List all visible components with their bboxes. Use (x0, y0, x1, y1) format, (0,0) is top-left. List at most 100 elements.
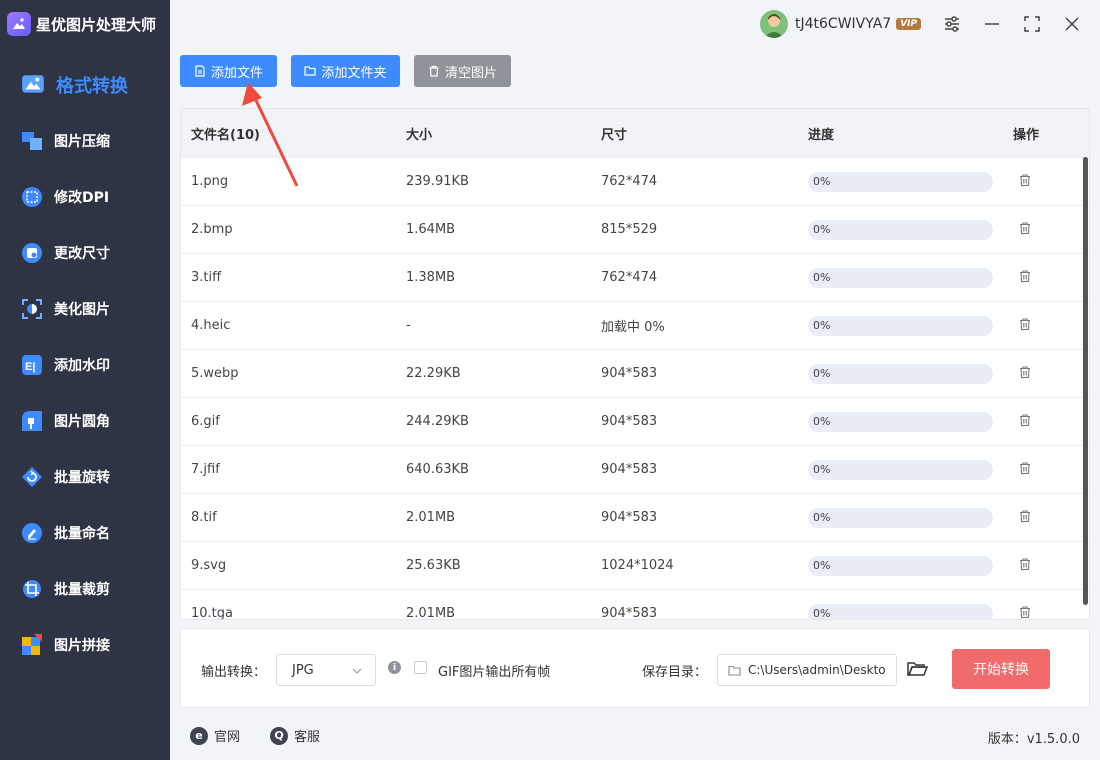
gif-all-frames-checkbox[interactable] (414, 661, 427, 674)
actions-cell (1013, 365, 1032, 383)
header-progress: 进度 (808, 127, 835, 143)
info-icon[interactable]: i (388, 661, 401, 674)
table-row[interactable]: 7.jfif 640.63KB 904*583 0% (181, 445, 1089, 493)
sidebar-item-rename[interactable]: 批量命名 (0, 505, 170, 561)
delete-icon[interactable] (1018, 413, 1032, 427)
title-bar: tJ4t6CWIVYA7 VIP (170, 0, 1100, 48)
file-size: 1.38MB (406, 270, 456, 285)
file-size: 25.63KB (406, 558, 461, 573)
file-dimensions: 1024*1024 (601, 558, 674, 573)
delete-icon[interactable] (1018, 269, 1032, 283)
table-row[interactable]: 1.png 239.91KB 762*474 0% (181, 157, 1089, 205)
maximize-icon[interactable] (1020, 12, 1044, 36)
sidebar-item-format-convert[interactable]: 格式转换 (0, 57, 170, 113)
sidebar-item-dpi[interactable]: 修改DPI (0, 169, 170, 225)
progress-bar: 0% (808, 507, 993, 528)
file-name: 6.gif (191, 414, 220, 429)
output-format-value: JPG (292, 662, 314, 678)
table-row[interactable]: 3.tiff 1.38MB 762*474 0% (181, 253, 1089, 301)
sidebar-item-watermark[interactable]: E| 添加水印 (0, 337, 170, 393)
sidebar-item-label: 图片拼接 (54, 638, 110, 654)
table-row[interactable]: 9.svg 25.63KB 1024*1024 0% (181, 541, 1089, 589)
delete-icon[interactable] (1018, 221, 1032, 235)
support-link[interactable]: Q 客服 (270, 726, 320, 745)
file-dimensions: 904*583 (601, 366, 658, 381)
file-name: 8.tif (191, 510, 217, 525)
progress-cell: 0% (808, 555, 993, 576)
version-text: 版本：v1.5.0.0 (987, 732, 1080, 747)
user-info[interactable]: tJ4t6CWIVYA7 VIP (760, 10, 922, 38)
delete-icon[interactable] (1018, 365, 1032, 379)
file-name: 5.webp (191, 366, 239, 381)
output-format-select[interactable]: JPG (276, 654, 376, 686)
add-folder-label: 添加文件夹 (321, 65, 387, 81)
actions-cell (1013, 605, 1032, 620)
settings-icon[interactable] (940, 12, 964, 36)
avatar[interactable] (760, 10, 788, 38)
sidebar-item-round-corner[interactable]: 图片圆角 (0, 393, 170, 449)
add-file-button[interactable]: 添加文件 (180, 55, 277, 87)
beautify-icon (20, 297, 44, 321)
file-size: 640.63KB (406, 462, 469, 477)
table-row[interactable]: 2.bmp 1.64MB 815*529 0% (181, 205, 1089, 253)
clear-images-label: 清空图片 (444, 65, 497, 81)
sidebar-item-rotate[interactable]: 批量旋转 (0, 449, 170, 505)
support-icon: Q (270, 726, 288, 745)
progress-cell: 0% (808, 171, 993, 192)
delete-icon[interactable] (1018, 557, 1032, 571)
watermark-icon: E| (20, 353, 44, 377)
delete-icon[interactable] (1018, 605, 1032, 619)
table-row[interactable]: 5.webp 22.29KB 904*583 0% (181, 349, 1089, 397)
delete-icon[interactable] (1018, 461, 1032, 475)
sidebar-item-beautify[interactable]: 美化图片 (0, 281, 170, 337)
sidebar-item-label: 美化图片 (54, 302, 110, 318)
file-dimensions: 904*583 (601, 510, 658, 525)
delete-icon[interactable] (1018, 509, 1032, 523)
file-name: 3.tiff (191, 270, 222, 285)
file-dimensions: 904*583 (601, 414, 658, 429)
progress-bar: 0% (808, 171, 993, 192)
file-dimensions: 加载中 0% (601, 320, 665, 335)
sidebar-item-label: 图片圆角 (54, 414, 110, 430)
file-size: - (406, 318, 411, 333)
actions-cell (1013, 269, 1032, 287)
progress-text: 0% (813, 174, 831, 188)
sidebar-item-resize[interactable]: 更改尺寸 (0, 225, 170, 281)
sidebar-nav: 格式转换图片压缩 修改DPI 更改尺寸美化图片 E| 添加水印图片圆角批量旋转 批量命名批… (0, 57, 170, 673)
table-scrollbar[interactable] (1083, 157, 1088, 605)
progress-cell: 0% (808, 267, 993, 288)
actions-cell (1013, 413, 1032, 431)
website-link[interactable]: e 官网 (190, 726, 240, 745)
add-folder-button[interactable]: 添加文件夹 (291, 55, 400, 87)
format-convert-icon (20, 72, 46, 98)
delete-icon[interactable] (1018, 173, 1032, 187)
add-file-label: 添加文件 (210, 65, 263, 81)
sidebar-item-compress[interactable]: 图片压缩 (0, 113, 170, 169)
start-convert-button[interactable]: 开始转换 (952, 649, 1050, 689)
sidebar-item-label: 格式转换 (56, 76, 128, 97)
progress-bar: 0% (808, 219, 993, 240)
save-directory-label: 保存目录： (642, 665, 708, 680)
output-settings-panel: 输出转换： JPG i GIF图片输出所有帧 保存目录： C:\Users\ad… (180, 628, 1090, 708)
file-size: 2.01MB (406, 606, 456, 620)
sidebar-item-stitch[interactable]: 图片拼接 (0, 617, 170, 673)
table-row[interactable]: 8.tif 2.01MB 904*583 0% (181, 493, 1089, 541)
close-icon[interactable] (1060, 12, 1084, 36)
support-label: 客服 (294, 730, 321, 745)
table-row[interactable]: 6.gif 244.29KB 904*583 0% (181, 397, 1089, 445)
progress-text: 0% (813, 222, 831, 236)
progress-cell: 0% (808, 315, 993, 336)
clear-images-button[interactable]: 清空图片 (414, 55, 511, 87)
delete-icon[interactable] (1018, 317, 1032, 331)
sidebar-item-crop[interactable]: 批量裁剪 (0, 561, 170, 617)
chevron-down-icon (352, 668, 362, 674)
table-row[interactable]: 10.tga 2.01MB 904*583 0% (181, 589, 1089, 620)
open-folder-icon[interactable] (906, 658, 928, 680)
table-row[interactable]: 4.heic - 加载中 0% 0% (181, 301, 1089, 349)
minimize-icon[interactable] (980, 12, 1004, 36)
file-icon (195, 65, 205, 77)
save-directory-input[interactable]: C:\Users\admin\Deskto (717, 654, 897, 686)
sidebar-item-label: 批量裁剪 (54, 582, 110, 598)
compress-icon (20, 129, 44, 153)
progress-text: 0% (813, 270, 831, 284)
